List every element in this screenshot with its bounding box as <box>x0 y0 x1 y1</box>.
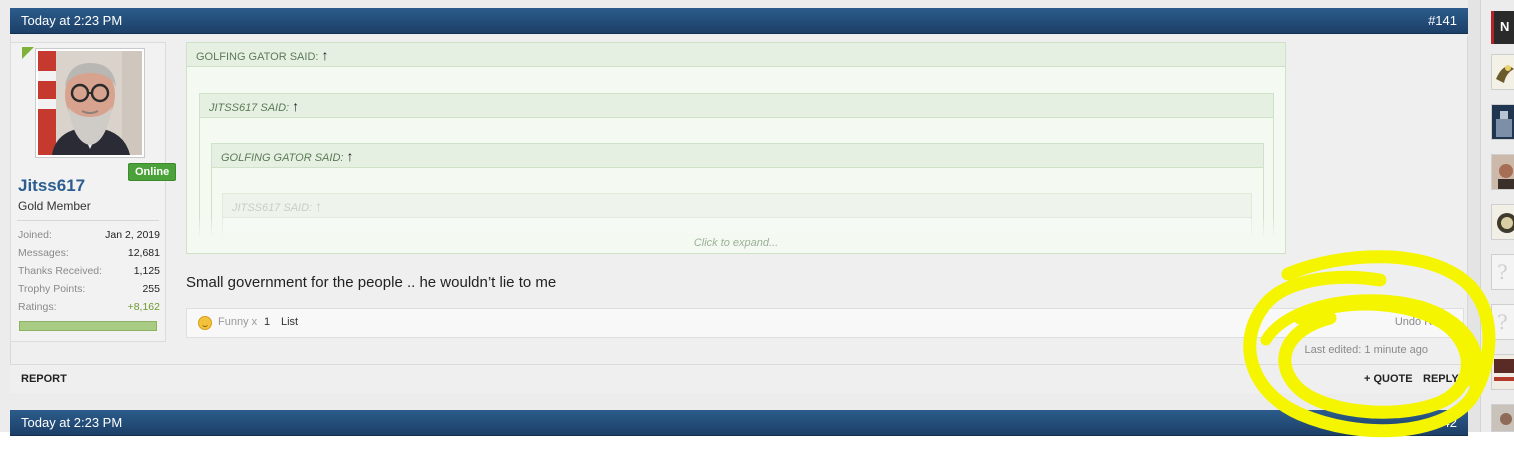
post-number-link[interactable]: #141 <box>1428 8 1457 34</box>
post-header: Today at 2:23 PM #142 <box>10 410 1468 436</box>
stat-thanks: Thanks Received: 1,125 <box>18 265 160 277</box>
quote-header: JITSS617 SAID: ↑ <box>223 194 1251 218</box>
user-stats: Joined: Jan 2, 2019 Messages: 12,681 Thank… <box>18 226 160 316</box>
jump-to-quote-icon[interactable]: ↑ <box>315 198 322 214</box>
ratings-list-link[interactable]: List <box>281 316 298 328</box>
question-mark-icon: ? <box>1497 310 1508 334</box>
scrollbar-track[interactable] <box>1468 0 1480 432</box>
quote-header: JITSS617 SAID: ↑ <box>200 94 1273 118</box>
banner-avatar-icon <box>1492 355 1514 389</box>
post-message: Small government for the people .. he wo… <box>186 274 557 291</box>
forum-thread: Today at 2:23 PM #141 Online Jitss617 Go… <box>0 0 1480 436</box>
rating-meter <box>19 321 157 331</box>
stat-ratings: Ratings: +8,162 <box>18 301 160 313</box>
stat-joined: Joined: Jan 2, 2019 <box>18 229 160 241</box>
post-timestamp[interactable]: Today at 2:23 PM <box>21 13 122 28</box>
seal-avatar-icon <box>1492 205 1514 239</box>
rating-name: Funny x <box>218 316 258 328</box>
new-indicator-corner <box>22 47 34 59</box>
jump-to-quote-icon[interactable]: ↑ <box>322 47 329 63</box>
post-header: Today at 2:23 PM #141 <box>10 8 1468 34</box>
stat-messages: Messages: 12,681 <box>18 247 160 259</box>
divider <box>17 220 159 221</box>
sidebar-avatar[interactable] <box>1491 204 1514 240</box>
building-avatar-icon <box>1492 105 1514 139</box>
post-number-link[interactable]: #142 <box>1428 410 1457 436</box>
sidebar-header: N <box>1491 11 1514 44</box>
quote-header: GOLFING GATOR SAID: ↑ <box>187 43 1285 67</box>
quote-button[interactable]: + QUOTE <box>1364 373 1413 385</box>
online-badge: Online <box>128 163 177 181</box>
question-mark-icon: ? <box>1497 260 1508 284</box>
sidebar-avatar[interactable] <box>1491 154 1514 190</box>
last-edited-text: Last edited: 1 minute ago <box>1304 344 1428 356</box>
username-link[interactable]: Jitss617 <box>18 176 85 196</box>
post-timestamp[interactable]: Today at 2:23 PM <box>21 415 122 430</box>
quote-header: GOLFING GATOR SAID: ↑ <box>212 144 1263 168</box>
jump-to-quote-icon[interactable]: ↑ <box>292 98 299 114</box>
post-actions-bar: REPORT + QUOTE REPLY <box>10 364 1468 393</box>
ratings-bar: Funny x 1 List Undo Rating <box>186 308 1464 338</box>
sidebar-avatar[interactable] <box>1491 404 1514 432</box>
sidebar-avatar-placeholder[interactable]: ? <box>1491 304 1514 340</box>
sidebar-avatar[interactable] <box>1491 54 1514 90</box>
avatar[interactable] <box>35 48 145 158</box>
user-title: Gold Member <box>18 199 91 213</box>
stat-trophy-points: Trophy Points: 255 <box>18 283 160 295</box>
user-info-panel: Online Jitss617 Gold Member Joined: Jan 2… <box>10 42 177 342</box>
person-avatar-icon <box>1492 405 1514 431</box>
quote-author: GOLFING GATOR SAID: <box>196 51 319 63</box>
person-avatar-icon <box>1492 155 1514 189</box>
right-sidebar: N ? ? <box>1480 0 1514 432</box>
click-to-expand-link[interactable]: Click to expand... <box>187 237 1285 249</box>
reply-button[interactable]: REPLY <box>1423 373 1459 385</box>
report-button[interactable]: REPORT <box>21 373 67 385</box>
sidebar-avatar-placeholder[interactable]: ? <box>1491 254 1514 290</box>
rating-count: 1 <box>264 316 271 328</box>
sidebar-avatar[interactable] <box>1491 104 1514 140</box>
avatar-image <box>38 51 142 155</box>
quote-author: GOLFING GATOR SAID: <box>221 152 344 164</box>
jump-to-quote-icon[interactable]: ↑ <box>347 148 354 164</box>
sidebar-avatar[interactable] <box>1491 354 1514 390</box>
quote-author: JITSS617 SAID: <box>209 102 290 114</box>
undo-rating-link[interactable]: Undo Rating <box>1395 316 1456 328</box>
funny-face-icon <box>198 316 212 330</box>
quote-author: JITSS617 SAID: <box>232 202 313 214</box>
eagle-avatar-icon <box>1492 55 1514 89</box>
quote-block: GOLFING GATOR SAID: ↑ JITSS617 SAID: ↑ G… <box>186 42 1286 254</box>
